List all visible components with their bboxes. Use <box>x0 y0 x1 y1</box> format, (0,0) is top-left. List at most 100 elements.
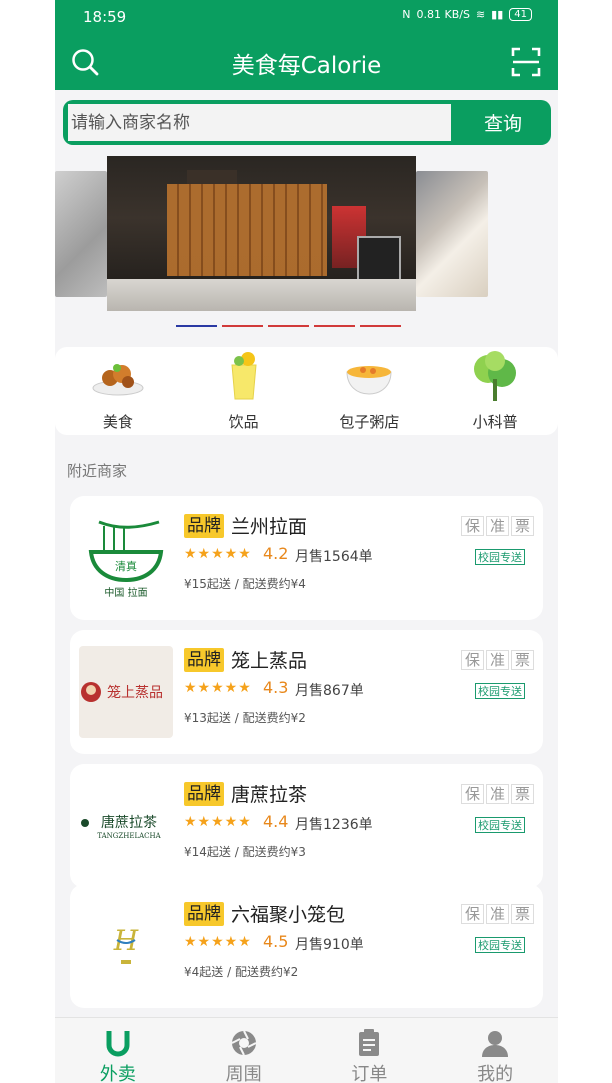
star-rating-icon: ★★★★★ <box>184 934 252 950</box>
nav-label: 订单 <box>351 1064 388 1083</box>
brand-tag: 品牌 <box>184 514 224 538</box>
delivery-fee: 配送费约¥2 <box>242 711 306 725</box>
net-speed: 0.81 KB/S <box>416 8 470 21</box>
guarantee-badge: 票 <box>511 904 534 924</box>
aperture-icon <box>181 1026 307 1060</box>
guarantee-badge: 保 <box>461 516 484 536</box>
monthly-sales: 月售867单 <box>295 683 364 699</box>
shop-card[interactable]: 笼上蒸品 品牌 笼上蒸品 ★★★★★ 4.3 月售867单 ¥13起送 / 配送… <box>70 630 543 754</box>
query-button[interactable]: 查询 <box>459 104 547 141</box>
guarantee-badge: 准 <box>486 904 509 924</box>
drink-cup-icon <box>216 349 272 403</box>
brand-tag: 品牌 <box>184 782 224 806</box>
clipboard-icon <box>307 1026 433 1060</box>
banner-next-image[interactable] <box>416 171 488 297</box>
category-drinks[interactable]: 饮品 <box>181 347 307 435</box>
nav-nearby[interactable]: 周围 <box>181 1018 307 1083</box>
banner-carousel[interactable] <box>55 150 558 340</box>
guarantee-badge: 票 <box>511 650 534 670</box>
guarantee-badges: 保 准 票 <box>461 516 534 536</box>
carousel-dot-2[interactable] <box>222 325 263 327</box>
shop-name: 唐蔗拉茶 <box>231 784 308 806</box>
scan-icon[interactable] <box>508 44 544 80</box>
delivery-fee: 配送费约¥4 <box>242 577 306 591</box>
category-label: 饮品 <box>228 413 259 431</box>
carousel-dot-3[interactable] <box>268 325 309 327</box>
rating-value: 4.5 <box>263 932 289 951</box>
app-screen: 18:59 N 0.81 KB/S ≋ ▮▮ 41 美食每Calorie 查询 <box>55 0 558 1083</box>
svg-text:笼上蒸品: 笼上蒸品 <box>107 684 163 701</box>
shop-logo: H <box>79 900 173 992</box>
status-time: 18:59 <box>83 8 127 26</box>
shop-card[interactable]: 唐蔗拉茶 TANGZHELACHA 品牌 唐蔗拉茶 ★★★★★ 4.4 月售12… <box>70 764 543 888</box>
carousel-dot-5[interactable] <box>360 325 401 327</box>
campus-delivery-badge: 校园专送 <box>475 937 525 953</box>
star-rating-icon: ★★★★★ <box>184 814 252 830</box>
delivery-info: ¥13起送 / 配送费约¥2 <box>184 711 306 725</box>
min-order: ¥4起送 <box>184 965 224 979</box>
delivery-info: ¥15起送 / 配送费约¥4 <box>184 577 306 591</box>
brand-tag: 品牌 <box>184 648 224 672</box>
carousel-dot-1[interactable] <box>176 325 217 327</box>
page-title: 美食每Calorie <box>231 53 382 79</box>
campus-delivery-badge: 校园专送 <box>475 683 525 699</box>
guarantee-badge: 准 <box>486 516 509 536</box>
carousel-dot-4[interactable] <box>314 325 355 327</box>
category-food[interactable]: 美食 <box>55 347 181 435</box>
congee-bowl-icon <box>341 349 397 403</box>
nav-profile[interactable]: 我的 <box>432 1018 558 1083</box>
category-grid: 美食 饮品 包子粥店 小科普 <box>55 347 558 435</box>
guarantee-badges: 保 准 票 <box>461 650 534 670</box>
storefront-wall <box>167 184 327 276</box>
delivery-info: ¥4起送 / 配送费约¥2 <box>184 965 299 979</box>
svg-text:中国 拉面: 中国 拉面 <box>104 586 147 599</box>
banner-main-image[interactable] <box>107 156 416 311</box>
nfc-icon: N <box>402 8 411 21</box>
category-label: 小科普 <box>472 413 518 431</box>
min-order: ¥13起送 <box>184 711 231 725</box>
delivery-fee: 配送费约¥3 <box>242 845 306 859</box>
campus-delivery-badge: 校园专送 <box>475 817 525 833</box>
monthly-sales: 月售1236单 <box>295 817 373 833</box>
nav-label: 周围 <box>225 1064 262 1083</box>
battery-icon: 41 <box>509 8 532 21</box>
section-title: 附近商家 <box>67 462 128 480</box>
shop-name: 兰州拉面 <box>231 516 308 538</box>
search-bar: 查询 <box>63 100 551 145</box>
storefront-sign <box>187 170 237 184</box>
shop-card[interactable]: H 品牌 六福聚小笼包 ★★★★★ 4.5 月售910单 ¥4起送 / 配送费约… <box>70 884 543 1008</box>
shop-logo: 清真 中国 拉面 <box>79 512 173 604</box>
nav-orders[interactable]: 订单 <box>307 1018 433 1083</box>
svg-text:清真: 清真 <box>115 559 137 573</box>
category-label: 包子粥店 <box>339 413 400 431</box>
category-congee[interactable]: 包子粥店 <box>307 347 433 435</box>
svg-text:TANGZHELACHA: TANGZHELACHA <box>97 832 161 840</box>
signal-icon: ▮▮ <box>491 8 504 21</box>
guarantee-badge: 票 <box>511 784 534 804</box>
nav-label: 我的 <box>477 1064 514 1083</box>
nav-takeout[interactable]: 外卖 <box>55 1018 181 1083</box>
guarantee-badge: 保 <box>461 650 484 670</box>
banner-prev-image[interactable] <box>55 171 107 297</box>
guarantee-badge: 准 <box>486 650 509 670</box>
shop-name: 六福聚小笼包 <box>231 904 346 926</box>
shop-name: 笼上蒸品 <box>231 650 308 672</box>
search-input[interactable] <box>68 104 451 141</box>
category-science[interactable]: 小科普 <box>432 347 558 435</box>
wifi-icon: ≋ <box>475 8 486 21</box>
shop-logo: 唐蔗拉茶 TANGZHELACHA <box>79 780 173 872</box>
bottom-nav: 外卖 周围 订单 我的 <box>55 1017 558 1083</box>
guarantee-badges: 保 准 票 <box>461 784 534 804</box>
category-label: 美食 <box>102 413 133 431</box>
shop-card[interactable]: 清真 中国 拉面 品牌 兰州拉面 ★★★★★ 4.2 月售1564单 ¥15起送… <box>70 496 543 620</box>
campus-delivery-badge: 校园专送 <box>475 549 525 565</box>
guarantee-badges: 保 准 票 <box>461 904 534 924</box>
rating-value: 4.2 <box>263 544 289 563</box>
tree-icon <box>467 349 523 403</box>
storefront-floor <box>107 279 416 311</box>
status-icons: N 0.81 KB/S ≋ ▮▮ 41 <box>402 8 532 21</box>
guarantee-badge: 保 <box>461 904 484 924</box>
rating-value: 4.3 <box>263 678 289 697</box>
min-order: ¥14起送 <box>184 845 231 859</box>
user-icon <box>432 1026 558 1060</box>
